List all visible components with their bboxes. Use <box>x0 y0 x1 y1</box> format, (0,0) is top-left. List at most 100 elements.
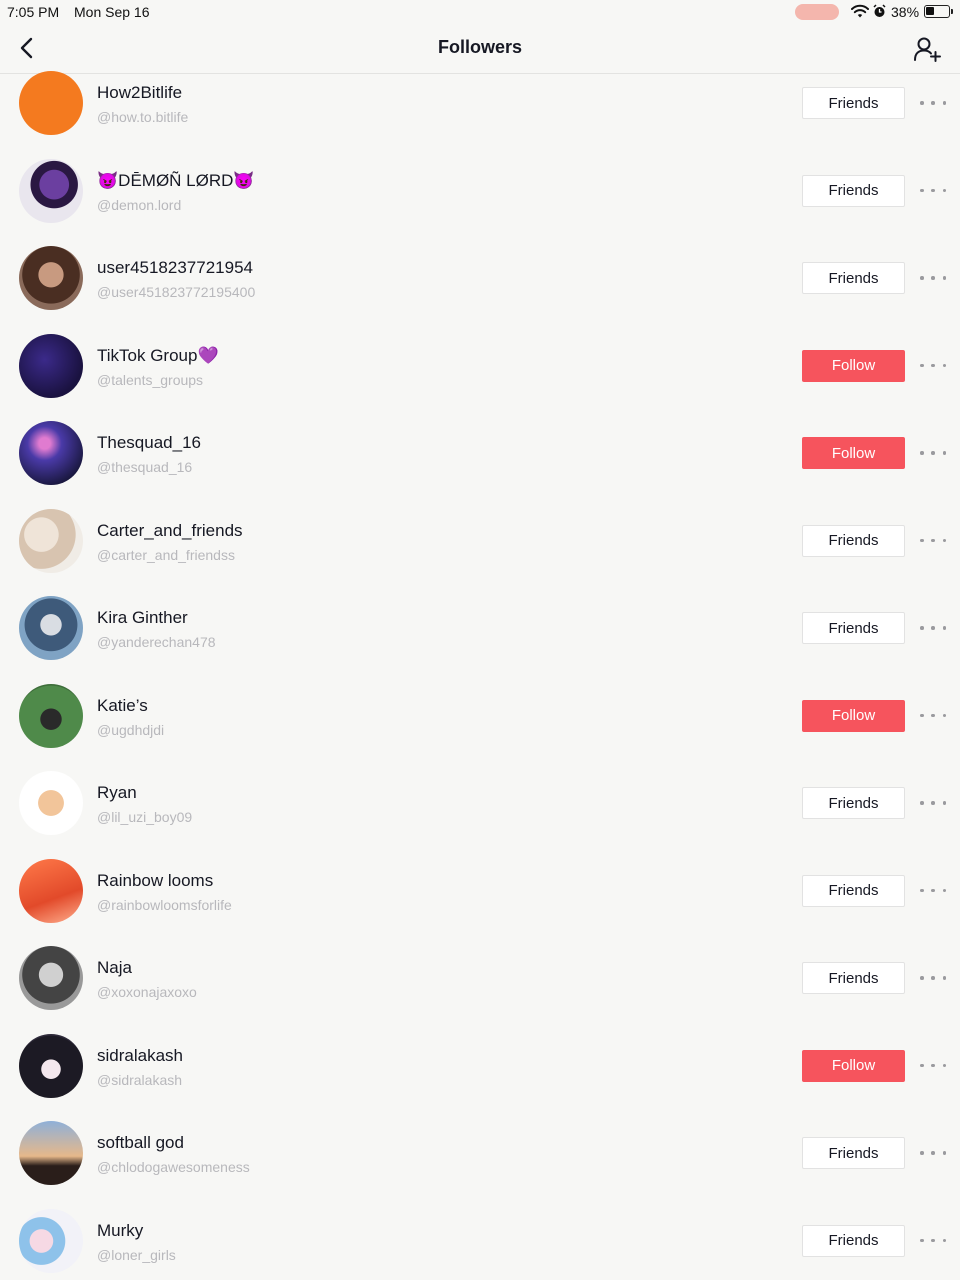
follower-handle: @loner_girls <box>97 1246 176 1263</box>
dot <box>920 1063 924 1068</box>
more-options-icon[interactable] <box>920 1149 946 1157</box>
orange-loom-avatar[interactable] <box>19 858 83 923</box>
follower-handle: @how.to.bitlife <box>97 109 189 125</box>
follower-row[interactable]: Kira Ginther @yanderechan478 Friends <box>0 584 960 672</box>
more-options-icon[interactable] <box>920 799 946 807</box>
bw-selfie-avatar[interactable] <box>19 946 83 1010</box>
follower-row[interactable]: sidralakash @sidralakash Follow <box>0 1022 960 1110</box>
selfie-avatar[interactable] <box>19 596 83 660</box>
friends-button[interactable]: Friends <box>802 262 905 294</box>
follow-button[interactable]: Follow <box>802 1049 905 1082</box>
follower-row[interactable]: Ryan @lil_uzi_boy09 Friends <box>0 759 960 847</box>
dot <box>931 713 935 718</box>
bitmoji-avatar[interactable] <box>19 771 83 835</box>
friends-button[interactable]: Friends <box>802 787 905 819</box>
dot <box>942 276 946 280</box>
follower-name[interactable]: Carter_and_friends <box>97 521 243 541</box>
friends-button[interactable]: Friends <box>802 962 905 994</box>
follower-name[interactable]: 😈DĒMØÑ LØRD😈 <box>97 171 255 191</box>
galaxy-avatar[interactable] <box>19 421 83 485</box>
follower-handle: @thesquad_16 <box>97 459 193 475</box>
follower-name[interactable]: Ryan <box>97 783 137 803</box>
follower-row[interactable]: user4518237721954 @user451823772195400 F… <box>0 234 960 322</box>
battery-percent: 38% <box>891 4 920 20</box>
dot <box>942 713 946 718</box>
follower-handle: @chlodogawesomeness <box>97 1159 250 1175</box>
follower-name[interactable]: Murky <box>97 1221 143 1241</box>
follower-name[interactable]: user4518237721954 <box>97 258 253 278</box>
follower-name[interactable]: Naja <box>97 958 132 978</box>
family-photo-avatar[interactable] <box>19 508 83 573</box>
dot <box>920 188 924 193</box>
dot <box>942 363 946 368</box>
more-options-icon[interactable] <box>920 624 946 632</box>
dot <box>920 976 924 980</box>
follower-name[interactable]: How2Bitlife <box>97 83 182 103</box>
follower-handle: @ugdhdjdi <box>97 721 165 738</box>
dot <box>931 801 935 805</box>
follower-row[interactable]: softball god @chlodogawesomeness Friends <box>0 1109 960 1197</box>
follower-name[interactable]: sidralakash <box>97 1046 183 1066</box>
follower-row[interactable]: How2Bitlife @how.to.bitlife Friends <box>0 59 960 147</box>
follow-button[interactable]: Follow <box>802 349 905 382</box>
page-title: Followers <box>437 37 522 57</box>
follower-name[interactable]: TikTok Group💜 <box>97 346 219 366</box>
dot <box>931 888 935 893</box>
friends-button[interactable]: Friends <box>802 87 905 119</box>
status-date: Mon Sep 16 <box>74 4 150 20</box>
friends-button[interactable]: Friends <box>802 612 905 644</box>
follower-handle: @carter_and_friendss <box>97 546 235 563</box>
follower-name[interactable]: Thesquad_16 <box>97 433 201 453</box>
friends-button[interactable]: Friends <box>802 174 905 207</box>
friends-button[interactable]: Friends <box>802 1137 905 1169</box>
we-are-one-text-avatar[interactable] <box>19 333 83 398</box>
more-options-icon[interactable] <box>920 887 946 895</box>
dot <box>920 363 924 368</box>
more-options-icon[interactable] <box>920 1062 946 1070</box>
dot <box>931 1063 935 1068</box>
dog-on-grass-avatar[interactable] <box>19 683 83 748</box>
wifi-icon <box>851 4 869 18</box>
follower-row[interactable]: Katie’s @ugdhdjdi Follow <box>0 672 960 760</box>
follower-row[interactable]: TikTok Group💜 @talents_groups Follow <box>0 322 960 410</box>
more-options-icon[interactable] <box>920 99 946 107</box>
more-options-icon[interactable] <box>920 449 946 457</box>
more-options-icon[interactable] <box>920 537 946 545</box>
friends-button[interactable]: Friends <box>802 874 905 907</box>
anime-character-avatar[interactable] <box>19 158 83 223</box>
follower-handle: @user451823772195400 <box>97 284 256 300</box>
follow-button[interactable]: Follow <box>802 699 905 732</box>
follower-row[interactable]: Murky @loner_girls Friends <box>0 1197 960 1280</box>
dot <box>942 1151 946 1155</box>
follow-button[interactable]: Follow <box>802 437 905 469</box>
dot <box>942 1238 946 1243</box>
more-options-icon[interactable] <box>920 974 946 982</box>
follower-name[interactable]: Katie’s <box>97 696 148 716</box>
more-options-icon[interactable] <box>920 712 946 720</box>
follower-name[interactable]: Rainbow looms <box>97 871 213 891</box>
follower-row[interactable]: Rainbow looms @rainbowloomsforlife Frien… <box>0 847 960 935</box>
dot <box>931 1151 935 1155</box>
dot <box>942 976 946 980</box>
follower-row[interactable]: Thesquad_16 @thesquad_16 Follow <box>0 409 960 497</box>
more-options-icon[interactable] <box>920 274 946 282</box>
friends-button[interactable]: Friends <box>802 1224 905 1257</box>
dot <box>942 451 946 455</box>
sunset-silhouette-avatar[interactable] <box>19 1121 83 1185</box>
follower-row[interactable]: 😈DĒMØÑ LØRD😈 @demon.lord Friends <box>0 147 960 235</box>
more-options-icon[interactable] <box>920 362 946 370</box>
dot <box>931 1238 935 1243</box>
bitlife-logo-avatar[interactable] <box>19 71 83 135</box>
anime-girl-avatar[interactable] <box>19 1033 83 1098</box>
chibi-characters-avatar[interactable] <box>19 1208 83 1273</box>
girl-photo-avatar[interactable] <box>19 246 83 310</box>
more-options-icon[interactable] <box>920 1237 946 1245</box>
more-options-icon[interactable] <box>920 187 946 195</box>
follower-row[interactable]: Carter_and_friends @carter_and_friendss … <box>0 497 960 585</box>
follower-name[interactable]: Kira Ginther <box>97 608 188 628</box>
friends-button[interactable]: Friends <box>802 524 905 557</box>
follower-row[interactable]: Naja @xoxonajaxoxo Friends <box>0 934 960 1022</box>
dot <box>931 626 935 630</box>
follower-name[interactable]: softball god <box>97 1133 184 1153</box>
follower-handle: @rainbowloomsforlife <box>97 896 232 913</box>
